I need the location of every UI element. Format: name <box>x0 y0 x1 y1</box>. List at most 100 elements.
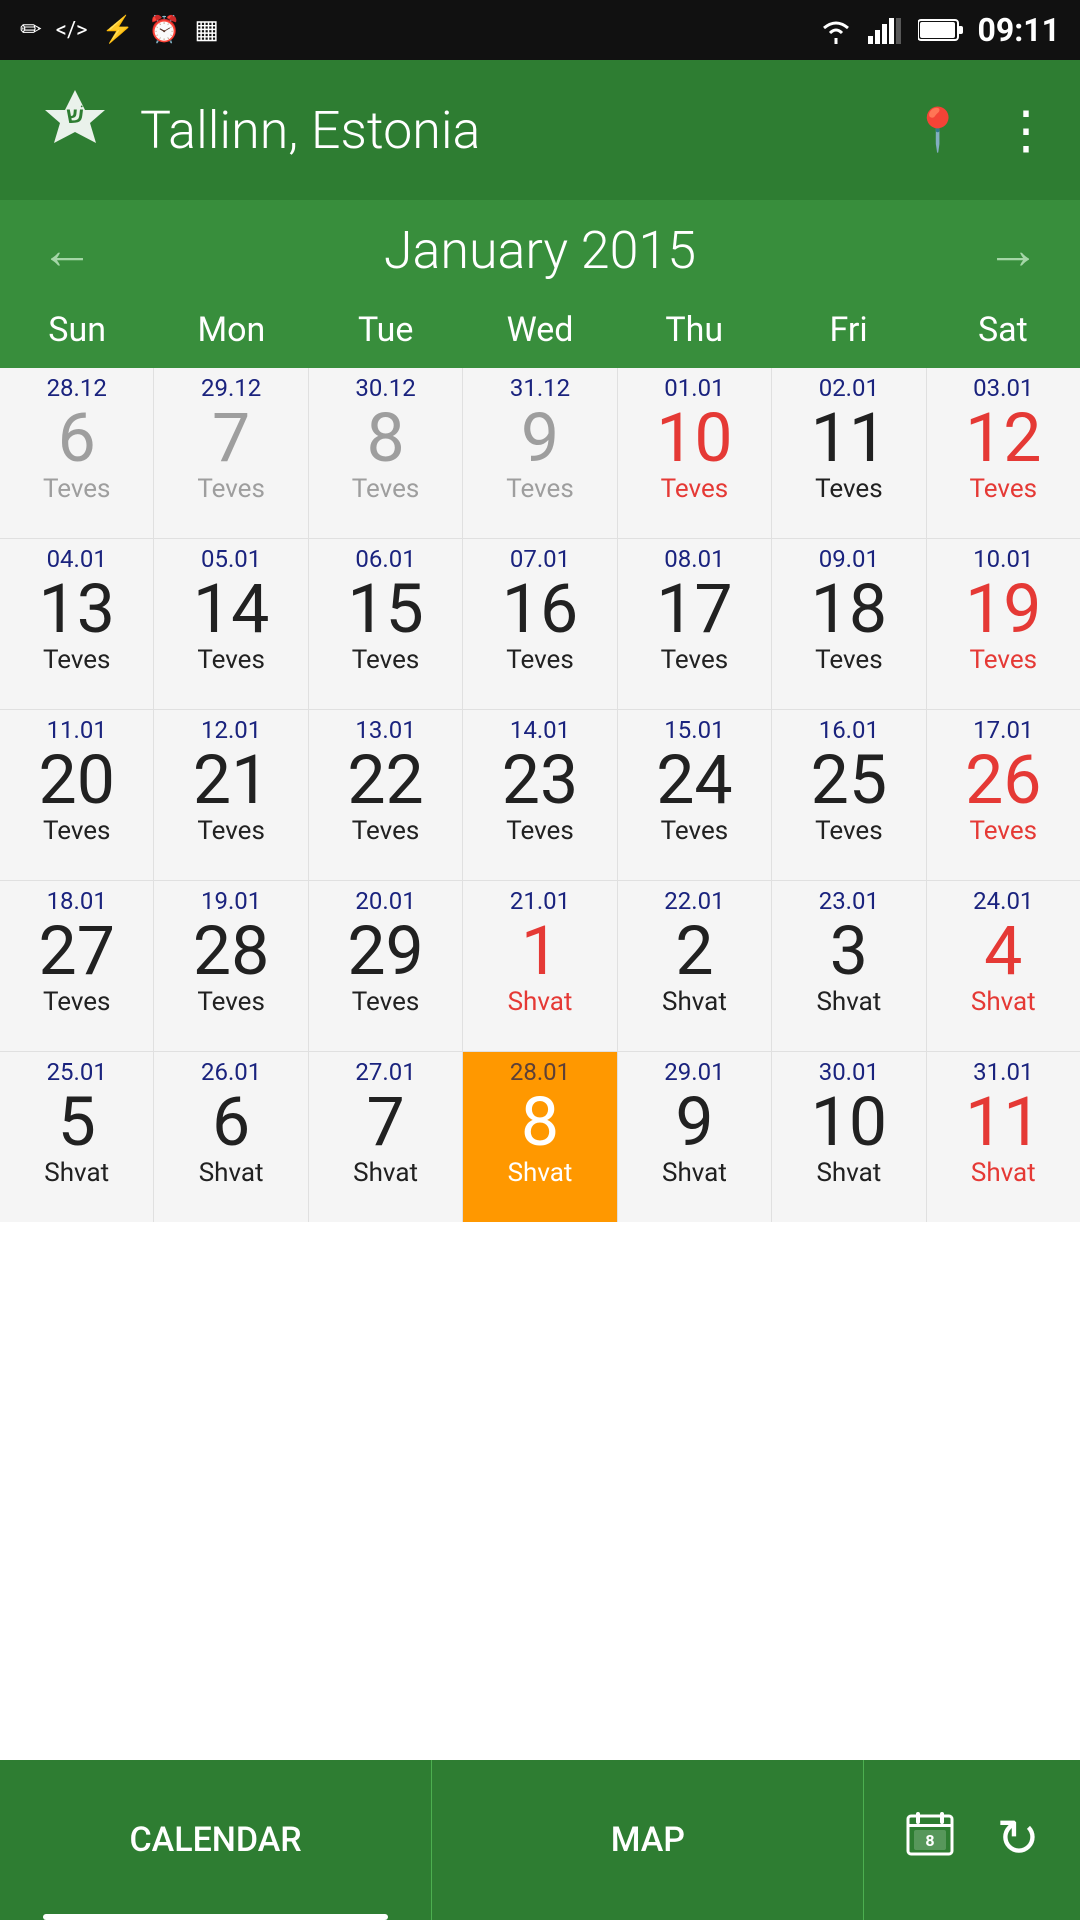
calendar-day[interactable]: 15.0124Teves <box>618 710 771 880</box>
bottom-nav: CALENDAR MAP 8 ↻ <box>0 1760 1080 1920</box>
bottom-actions: 8 ↻ <box>864 1808 1080 1873</box>
calendar-day[interactable]: 28.018Shvat <box>463 1052 616 1222</box>
calendar-today-icon[interactable]: 8 <box>904 1808 956 1873</box>
calendar-day[interactable]: 08.0117Teves <box>618 539 771 709</box>
day-number: 24 <box>656 746 732 814</box>
day-number: 7 <box>212 404 250 472</box>
prev-month-button[interactable]: ← <box>40 219 94 282</box>
day-number: 2 <box>675 917 713 985</box>
calendar-day[interactable]: 29.127Teves <box>154 368 307 538</box>
location-icon[interactable]: 📍 <box>912 106 964 155</box>
app-logo: שׁ <box>30 85 120 175</box>
month-nav: ← January 2015 → <box>0 200 1080 300</box>
calendar-day[interactable]: 31.129Teves <box>463 368 616 538</box>
calendar-day[interactable]: 14.0123Teves <box>463 710 616 880</box>
calendar-day[interactable]: 17.0126Teves <box>927 710 1080 880</box>
day-number: 5 <box>58 1088 96 1156</box>
calendar-day[interactable]: 01.0110Teves <box>618 368 771 538</box>
hebrew-date-label: Shvat <box>508 987 573 1017</box>
status-time: 09:11 <box>978 11 1060 49</box>
hebrew-date-label: Teves <box>352 987 420 1017</box>
calendar-day[interactable]: 29.019Shvat <box>618 1052 771 1222</box>
calendar-day[interactable]: 19.0128Teves <box>154 881 307 1051</box>
day-number: 3 <box>830 917 868 985</box>
tab-calendar[interactable]: CALENDAR <box>0 1760 432 1920</box>
hebrew-date-label: Teves <box>815 816 883 846</box>
day-number: 23 <box>502 746 578 814</box>
calendar-day[interactable]: 02.0111Teves <box>772 368 925 538</box>
next-month-button[interactable]: → <box>986 219 1040 282</box>
calendar-day[interactable]: 27.017Shvat <box>309 1052 462 1222</box>
calendar-day[interactable]: 04.0113Teves <box>0 539 153 709</box>
calendar-day[interactable]: 03.0112Teves <box>927 368 1080 538</box>
status-bar-right: 09:11 <box>818 11 1060 49</box>
wifi-icon <box>818 16 854 44</box>
calendar-day[interactable]: 13.0122Teves <box>309 710 462 880</box>
hebrew-date-label: Shvat <box>662 1158 727 1188</box>
calendar-day[interactable]: 30.0110Shvat <box>772 1052 925 1222</box>
hebrew-date-label: Teves <box>661 645 729 675</box>
hebrew-date-label: Teves <box>197 645 265 675</box>
hebrew-date-label: Teves <box>661 816 729 846</box>
calendar-day[interactable]: 25.015Shvat <box>0 1052 153 1222</box>
calendar-day[interactable]: 16.0125Teves <box>772 710 925 880</box>
code-icon: </> <box>56 18 88 43</box>
hebrew-date-label: Shvat <box>816 1158 881 1188</box>
tab-calendar-label: CALENDAR <box>129 1820 301 1860</box>
hebrew-date-label: Teves <box>970 645 1038 675</box>
more-options-icon[interactable]: ⋮ <box>1000 100 1050 161</box>
status-bar: ✏ </> ⚡ ⏰ ▦ 09:11 <box>0 0 1080 60</box>
day-number: 12 <box>965 404 1041 472</box>
day-number: 29 <box>347 917 423 985</box>
day-header-sat: Sat <box>926 300 1080 360</box>
calendar-day[interactable]: 31.0111Shvat <box>927 1052 1080 1222</box>
hebrew-date-label: Shvat <box>353 1158 418 1188</box>
white-area <box>0 1222 1080 1602</box>
day-number: 7 <box>366 1088 404 1156</box>
calendar-day[interactable]: 18.0127Teves <box>0 881 153 1051</box>
day-number: 21 <box>193 746 269 814</box>
hebrew-date-label: Teves <box>43 474 111 504</box>
calendar-day[interactable]: 30.128Teves <box>309 368 462 538</box>
day-header-thu: Thu <box>617 300 771 360</box>
day-number: 20 <box>38 746 114 814</box>
day-number: 28 <box>193 917 269 985</box>
refresh-icon[interactable]: ↻ <box>996 1808 1040 1873</box>
hebrew-date-label: Teves <box>43 816 111 846</box>
signal-icon <box>868 16 904 44</box>
calendar-day[interactable]: 05.0114Teves <box>154 539 307 709</box>
hebrew-date-label: Shvat <box>199 1158 264 1188</box>
calendar-day[interactable]: 07.0116Teves <box>463 539 616 709</box>
tab-map-label: MAP <box>611 1820 685 1860</box>
app-title: Tallinn, Estonia <box>140 100 912 161</box>
day-number: 1 <box>521 917 559 985</box>
calendar-day[interactable]: 09.0118Teves <box>772 539 925 709</box>
calendar-day[interactable]: 11.0120Teves <box>0 710 153 880</box>
day-headers: Sun Mon Tue Wed Thu Fri Sat <box>0 300 1080 368</box>
calendar-day[interactable]: 28.126Teves <box>0 368 153 538</box>
usb-icon: ⚡ <box>102 15 134 45</box>
bottom-nav-tabs: CALENDAR MAP <box>0 1760 864 1920</box>
hebrew-date-label: Shvat <box>44 1158 109 1188</box>
calendar-day[interactable]: 24.014Shvat <box>927 881 1080 1051</box>
day-number: 14 <box>193 575 269 643</box>
day-header-fri: Fri <box>771 300 925 360</box>
hebrew-date-label: Teves <box>197 474 265 504</box>
day-number: 25 <box>811 746 887 814</box>
calendar-day[interactable]: 23.013Shvat <box>772 881 925 1051</box>
tab-map[interactable]: MAP <box>432 1760 864 1920</box>
hebrew-date-label: Teves <box>352 474 420 504</box>
hebrew-date-label: Teves <box>43 645 111 675</box>
calendar-day[interactable]: 20.0129Teves <box>309 881 462 1051</box>
day-number: 4 <box>984 917 1022 985</box>
day-header-wed: Wed <box>463 300 617 360</box>
calendar-day[interactable]: 06.0115Teves <box>309 539 462 709</box>
calendar-day[interactable]: 10.0119Teves <box>927 539 1080 709</box>
calendar-day[interactable]: 26.016Shvat <box>154 1052 307 1222</box>
battery-icon <box>918 17 964 43</box>
day-header-mon: Mon <box>154 300 308 360</box>
day-header-tue: Tue <box>309 300 463 360</box>
calendar-day[interactable]: 22.012Shvat <box>618 881 771 1051</box>
calendar-day[interactable]: 12.0121Teves <box>154 710 307 880</box>
calendar-day[interactable]: 21.011Shvat <box>463 881 616 1051</box>
